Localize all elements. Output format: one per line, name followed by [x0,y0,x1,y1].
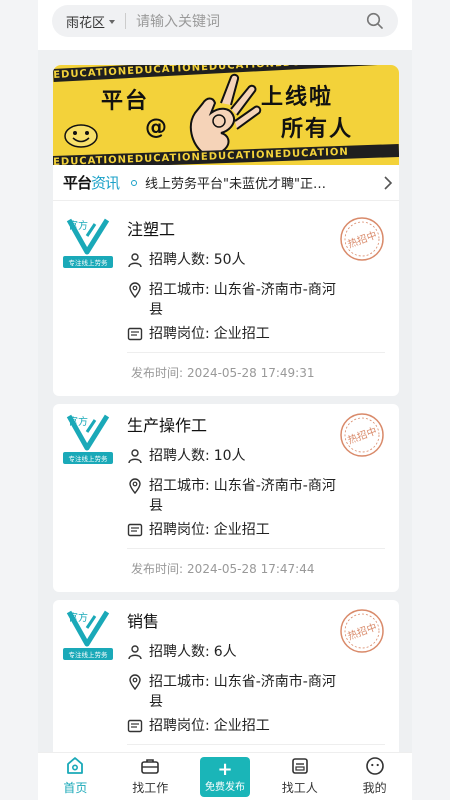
search-input[interactable]: 请输入关键词 [136,11,360,31]
location-icon [129,478,141,494]
region-selector[interactable]: 雨花区 [52,5,116,37]
headcount-row: 招聘人数: 10人 [127,446,246,466]
hot-hiring-stamp: 热招中 [339,412,385,458]
search-bar[interactable]: 雨花区 请输入关键词 [52,5,398,37]
publish-label: 免费发布 [204,781,245,793]
caret-down-icon [109,19,116,24]
person-icon [128,253,142,268]
post-row: 招聘岗位: 企业招工 [127,324,270,344]
job-title: 注塑工 [127,220,176,239]
person-icon [128,449,142,464]
city-row: 招工城市: 山东省-济南市-商河县 [127,476,341,516]
search-header: 雨花区 请输入关键词 [38,0,412,50]
post-value: 企业招工 [213,326,270,342]
plus-icon: + [217,758,233,780]
headcount-row: 招聘人数: 50人 [127,250,246,270]
tab-mine[interactable]: 我的 [337,753,412,800]
headcount-value: 6人 [213,644,237,660]
location-icon [129,674,141,690]
job-card[interactable]: 官方 专注线上劳务 生产操作工 热招中 招聘人数: 10人 招工城市: 山东省-济南市-商河县… [53,404,399,592]
divider [127,744,385,745]
headcount-value: 10人 [213,448,246,464]
home-icon [67,757,84,774]
briefcase-icon [141,759,159,774]
job-title: 销售 [127,612,160,631]
post-row: 招聘岗位: 企业招工 [127,520,270,540]
banner-text-left: 平台 [101,89,150,114]
hot-hiring-stamp: 热招中 [339,216,385,262]
svg-text:热招中: 热招中 [346,424,379,446]
divider [127,548,385,549]
page-content: EDUCATIONEDUCATIONEDUCATIONEDUCATION 平台 … [38,50,412,752]
svg-text:热招中: 热招中 [346,228,379,250]
region-label: 雨花区 [66,15,106,31]
banner-text-right-bottom: 所有人 [281,117,354,142]
tab-find-job[interactable]: 找工作 [113,753,188,800]
profile-icon [365,757,384,775]
id-card-icon [291,758,308,774]
person-icon [128,645,142,660]
svg-text:专注线上劳务: 专注线上劳务 [69,258,109,267]
bullet-icon [131,179,138,186]
tab-find-job-label: 找工作 [132,781,169,795]
tab-publish[interactable]: + 免费发布 [188,753,263,800]
divider [127,352,385,353]
svg-text:官方: 官方 [68,611,88,624]
tab-find-worker[interactable]: 找工人 [262,753,337,800]
news-logo: 平台资讯 [63,174,120,192]
tab-home-label: 首页 [63,781,88,795]
ok-hand-icon [173,73,263,161]
publish-time: 发布时间: 2024-05-28 17:49:31 [131,366,315,380]
svg-text:官方: 官方 [68,415,88,428]
post-value: 企业招工 [213,522,270,538]
svg-text:专注线上劳务: 专注线上劳务 [69,454,109,463]
banner-section: EDUCATIONEDUCATIONEDUCATIONEDUCATION 平台 … [53,65,399,215]
city-row: 招工城市: 山东省-济南市-商河县 [127,280,341,320]
id-card-icon [127,523,143,537]
tab-find-worker-label: 找工人 [281,781,318,795]
svg-text:专注线上劳务: 专注线上劳务 [69,650,109,659]
job-title: 生产操作工 [127,416,208,435]
banner-image[interactable]: EDUCATIONEDUCATIONEDUCATIONEDUCATION 平台 … [53,65,399,165]
headcount-row: 招聘人数: 6人 [127,642,237,662]
smiley-icon [63,123,99,153]
id-card-icon [127,327,143,341]
official-badge: 官方 专注线上劳务 [63,412,113,464]
news-headline[interactable]: 线上劳务平台"未蓝优才聘"正… [145,173,377,192]
publish-time: 发布时间: 2024-05-28 17:47:44 [131,562,315,576]
city-row: 招工城市: 山东省-济南市-商河县 [127,672,341,712]
official-badge: 官方 专注线上劳务 [63,216,113,268]
job-card[interactable]: 官方 专注线上劳务 注塑工 热招中 招聘人数: 50人 招工城市: 山东省-济南市-商河县 招聘… [53,208,399,396]
post-row: 招聘岗位: 企业招工 [127,716,270,736]
banner-text-right-top: 上线啦 [261,85,334,110]
banner-at: @ [145,115,167,140]
svg-text:官方: 官方 [68,219,88,232]
search-icon[interactable] [360,6,390,36]
job-card[interactable]: 官方 专注线上劳务 销售 热招中 招聘人数: 6人 招工城市: 山东省-济南市-商河县 招聘岗位… [53,600,399,752]
headcount-value: 50人 [213,252,246,268]
bottom-tab-bar: 首页 找工作 + 免费发布 找工人 我的 [38,752,412,800]
hot-hiring-stamp: 热招中 [339,608,385,654]
location-icon [129,282,141,298]
svg-text:热招中: 热招中 [346,620,379,642]
divider [125,13,127,29]
official-badge: 官方 专注线上劳务 [63,608,113,660]
news-ticker[interactable]: 平台资讯 线上劳务平台"未蓝优才聘"正… [53,165,399,201]
id-card-icon [127,719,143,733]
chevron-right-icon[interactable] [377,175,399,190]
publish-button[interactable]: + 免费发布 [199,757,250,797]
tab-mine-label: 我的 [362,781,387,795]
post-value: 企业招工 [213,718,270,734]
tab-home[interactable]: 首页 [38,753,113,800]
